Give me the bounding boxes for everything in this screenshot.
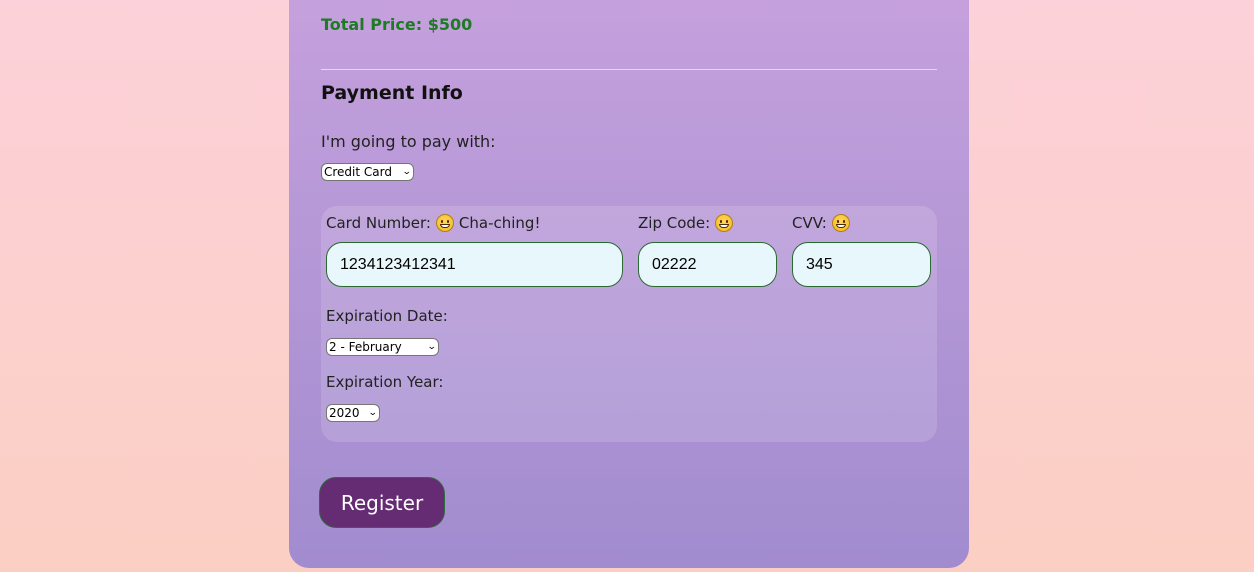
cvv-label-text: CVV: xyxy=(792,214,827,232)
grinning-face-icon xyxy=(831,214,850,232)
payment-method-label: I'm going to pay with: xyxy=(321,132,496,151)
expiration-month-value: 2 - February xyxy=(329,340,402,354)
payment-method-select[interactable]: Credit Card ⌄ xyxy=(321,163,414,181)
section-divider xyxy=(321,69,937,70)
register-button[interactable]: Register xyxy=(319,477,445,528)
chevron-down-icon: ⌄ xyxy=(368,408,379,418)
expiration-date-label: Expiration Date: xyxy=(326,307,448,325)
card-number-label: Card Number: Cha-ching! xyxy=(326,214,540,232)
zip-code-label: Zip Code: xyxy=(638,214,734,232)
card-number-value: 1234123412341 xyxy=(340,255,456,273)
card-number-label-text: Card Number: xyxy=(326,214,431,232)
cvv-value: 345 xyxy=(806,255,833,273)
expiration-year-value: 2020 xyxy=(329,406,360,420)
card-number-hint: Cha-ching! xyxy=(458,214,541,232)
card-number-input[interactable]: 1234123412341 xyxy=(326,242,623,287)
cvv-input[interactable]: 345 xyxy=(792,242,931,287)
payment-method-value: Credit Card xyxy=(324,165,392,179)
grinning-face-icon xyxy=(715,214,734,232)
expiration-year-select[interactable]: 2020 ⌄ xyxy=(326,404,380,422)
registration-form: Total Price: $500 Payment Info I'm going… xyxy=(289,0,969,568)
expiration-year-label: Expiration Year: xyxy=(326,373,444,391)
expiration-month-select[interactable]: 2 - February ⌄ xyxy=(326,338,439,356)
cvv-label: CVV: xyxy=(792,214,850,232)
credit-card-panel: Card Number: Cha-ching! 1234123412341 Zi… xyxy=(321,206,937,442)
total-price: Total Price: $500 xyxy=(321,15,473,34)
grinning-face-icon xyxy=(435,214,454,232)
chevron-down-icon: ⌄ xyxy=(402,167,413,177)
chevron-down-icon: ⌄ xyxy=(427,342,438,352)
zip-code-label-text: Zip Code: xyxy=(638,214,711,232)
zip-code-value: 02222 xyxy=(652,255,697,273)
zip-code-input[interactable]: 02222 xyxy=(638,242,777,287)
payment-info-heading: Payment Info xyxy=(321,82,463,104)
